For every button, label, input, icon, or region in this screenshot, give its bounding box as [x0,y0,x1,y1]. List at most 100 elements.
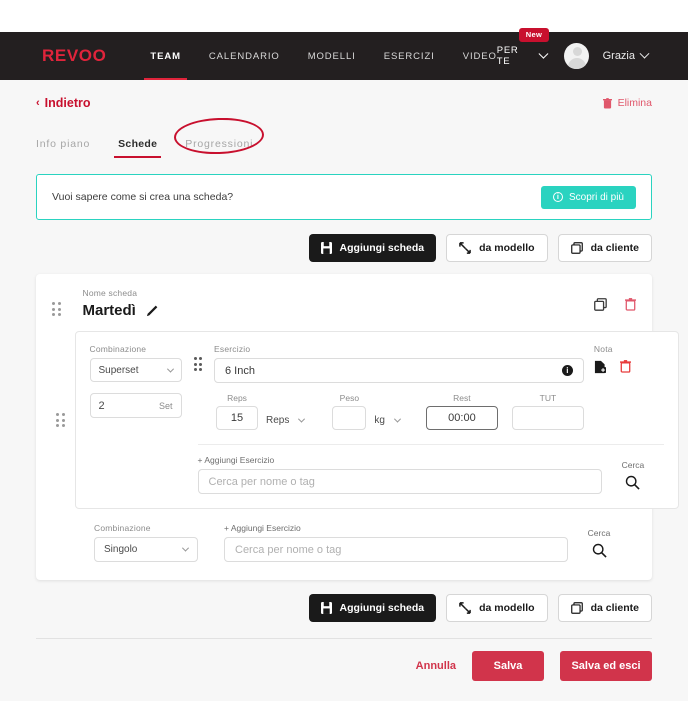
from-template-label-top: da modello [479,242,535,254]
metrics-row: Reps 15 Reps Peso kg Rest 00:00 TUT [214,393,584,430]
discover-more-button[interactable]: i Scopri di più [540,185,636,209]
from-client-button-top[interactable]: da cliente [557,234,652,262]
add-card-label-bottom: Aggiungi scheda [339,602,425,614]
search-icon[interactable] [592,543,607,558]
metric-peso-label: Peso [339,393,360,403]
from-client-label-top: da cliente [590,242,639,254]
scheda-name-value: Martedì [82,302,136,319]
chevron-down-icon [181,544,190,552]
set-value: 2 [98,399,105,412]
delete-plan-label: Elimina [617,97,652,109]
add-note-icon[interactable] [594,360,606,374]
new-combination-column: Combinazione Singolo [94,523,198,562]
exercise-name-value: 6 Inch [225,364,255,377]
tab-progressioni[interactable]: Progressioni [185,138,253,158]
brand-logo[interactable]: REVOO [42,46,106,66]
scheda-card-header: Nome scheda Martedì [52,288,636,319]
discover-more-label: Scopri di più [568,191,624,203]
nav-item-calendario[interactable]: CALENDARIO [209,32,280,80]
add-exercise-row-inner: + Aggiungi Esercizio Cerca per nome o ta… [90,455,664,494]
exercise-search-input-inner[interactable]: Cerca per nome o tag [197,469,602,494]
info-icon: i [552,192,563,202]
combination-column: Combinazione Superset 2 Set [89,344,182,418]
metric-reps-input[interactable]: 15 [216,406,258,430]
scheda-card: Nome scheda Martedì Combinazione Superse… [36,274,679,580]
exercise-box: Combinazione Superset 2 Set Esercizio 6 … [74,331,679,509]
drag-handle-card[interactable] [52,302,61,316]
scheda-name-value-row: Martedì [83,302,159,319]
duplicate-scheda-icon[interactable] [594,298,607,311]
from-template-button-top[interactable]: da modello [446,234,548,262]
save-button[interactable]: Salva [472,651,544,681]
search-icon[interactable] [625,475,641,490]
chevron-down-icon [537,48,548,58]
drag-handle-exercise[interactable] [193,357,202,371]
add-card-button-bottom[interactable]: Aggiungi scheda [308,594,437,622]
chevron-down-icon [166,365,174,373]
footer-buttons: Annulla Salva Salva ed esci [36,651,652,701]
per-te-dropdown[interactable]: PER TE New [497,28,550,67]
new-exercise-search-input[interactable]: Cerca per nome o tag [224,537,568,562]
metric-rest-input[interactable]: 00:00 [425,406,498,430]
exercise-main-column: Esercizio 6 Inch i Reps 15 Reps Peso kg … [214,344,584,430]
metric-tut: TUT [511,393,584,430]
metric-peso-input[interactable] [332,406,367,430]
drag-handle-exercise-group[interactable] [56,413,65,427]
combination-select[interactable]: Superset [89,358,182,382]
add-exercise-label-inner: + Aggiungi Esercizio [197,455,275,465]
delete-plan-button[interactable]: Elimina [602,97,652,109]
tab-schede[interactable]: Schede [114,138,162,158]
template-arrow-icon [459,242,471,254]
metric-reps-label: Reps [227,393,247,403]
from-client-button-bottom[interactable]: da cliente [557,594,652,622]
tab-info-piano[interactable]: Info piano [36,138,90,158]
nav-item-esercizi[interactable]: ESERCIZI [384,32,435,80]
back-label: Indietro [44,96,91,110]
metric-rest-label: Rest [453,393,471,403]
search-column-inner: Cerca [602,460,664,494]
set-input[interactable]: 2 Set [89,393,182,418]
metric-peso-unit[interactable]: kg [374,415,401,426]
actions-top: Aggiungi scheda da modello da cliente [36,234,652,262]
footer-divider [36,638,652,639]
top-white-strip [0,0,688,32]
copy-icon [570,602,583,614]
chevron-down-icon [639,48,650,59]
info-banner-text: Vuoi sapere come si crea una scheda? [52,191,234,203]
nav-item-video[interactable]: VIDEO [463,32,497,80]
nav-item-modelli[interactable]: MODELLI [308,32,356,80]
add-card-label-top: Aggiungi scheda [339,242,425,254]
from-client-label-bottom: da cliente [590,602,639,614]
new-badge: New [518,28,550,42]
user-name-label: Grazia [602,50,635,62]
metric-tut-input[interactable] [511,406,584,430]
info-icon[interactable]: i [561,365,573,376]
new-search-column: Cerca [568,528,630,562]
nav-item-team[interactable]: TEAM [144,32,187,80]
user-menu[interactable]: Grazia [602,48,650,62]
add-card-button-top[interactable]: Aggiungi scheda [308,234,437,262]
metric-peso: Peso [332,393,367,430]
set-label: Set [158,400,173,411]
new-search-label: Cerca [587,528,611,538]
note-column: Nota [594,344,664,374]
exercise-name-input[interactable]: 6 Inch i [214,358,584,383]
delete-scheda-icon[interactable] [625,298,636,311]
combination-label: Combinazione [89,344,147,354]
trash-icon [602,97,612,109]
metric-reps-unit[interactable]: Reps [266,415,306,426]
from-template-button-bottom[interactable]: da modello [446,594,548,622]
delete-note-icon[interactable] [619,360,631,374]
back-button[interactable]: ‹ Indietro [36,96,91,110]
new-combination-value: Singolo [104,544,138,555]
combination-value: Superset [98,364,139,376]
edit-pencil-icon[interactable] [146,304,159,317]
info-banner: Vuoi sapere come si crea una scheda? i S… [36,174,652,220]
metric-reps-unit-label: Reps [266,415,290,426]
avatar[interactable] [564,43,589,69]
cancel-button[interactable]: Annulla [416,660,456,672]
scheda-name-label: Nome scheda [82,288,138,298]
template-arrow-icon [459,602,471,614]
save-and-exit-button[interactable]: Salva ed esci [560,651,652,681]
new-combination-select[interactable]: Singolo [94,537,198,562]
